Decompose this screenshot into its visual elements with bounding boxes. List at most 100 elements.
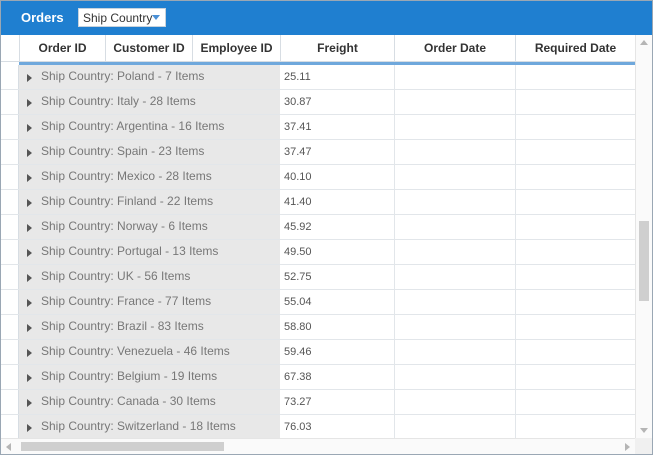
group-header-cell[interactable]: Ship Country: Italy - 28 Items [19,90,280,114]
freight-cell: 41.40 [284,196,312,208]
group-row[interactable]: Ship Country: Italy - 28 Items 30.87 [1,90,635,115]
row-indicator [1,190,19,214]
freight-cell: 45.92 [284,221,312,233]
group-by-select[interactable]: Ship Country [78,8,166,27]
required-date-cell [515,315,635,339]
horizontal-scroll-thumb[interactable] [21,442,224,451]
group-label: Ship Country: Spain - 23 Items [41,144,205,158]
required-date-cell [515,65,635,89]
caret-right-icon[interactable] [27,124,32,132]
order-date-cell [394,140,515,164]
column-header-customer-id[interactable]: Customer ID [105,35,192,62]
group-by-value: Ship Country [83,11,153,25]
caret-right-icon[interactable] [27,174,32,182]
caret-right-icon[interactable] [27,399,32,407]
row-indicator [1,340,19,364]
caret-right-icon[interactable] [27,199,32,207]
group-header-cell[interactable]: Ship Country: Switzerland - 18 Items [19,415,280,438]
row-indicator [1,165,19,189]
group-header-cell[interactable]: Ship Country: Portugal - 13 Items [19,240,280,264]
group-row[interactable]: Ship Country: Venezuela - 46 Items 59.46 [1,340,635,365]
row-indicator [1,115,19,139]
group-header-cell[interactable]: Ship Country: Norway - 6 Items [19,215,280,239]
group-header-cell[interactable]: Ship Country: Canada - 30 Items [19,390,280,414]
group-row[interactable]: Ship Country: France - 77 Items 55.04 [1,290,635,315]
required-date-cell [515,115,635,139]
required-date-cell [515,390,635,414]
group-row[interactable]: Ship Country: Portugal - 13 Items 49.50 [1,240,635,265]
grid-toolbar: Orders Ship Country [1,1,652,35]
column-header-order-date[interactable]: Order Date [394,35,515,62]
required-date-cell [515,265,635,289]
column-header-employee-id[interactable]: Employee ID [192,35,280,62]
group-row[interactable]: Ship Country: Finland - 22 Items 41.40 [1,190,635,215]
group-row[interactable]: Ship Country: Brazil - 83 Items 58.80 [1,315,635,340]
column-header-freight[interactable]: Freight [280,35,394,62]
caret-right-icon[interactable] [27,274,32,282]
group-header-cell[interactable]: Ship Country: Argentina - 16 Items [19,115,280,139]
caret-right-icon[interactable] [27,249,32,257]
vertical-scroll-thumb[interactable] [639,221,649,301]
required-date-cell [515,90,635,114]
scroll-up-icon[interactable] [640,40,648,45]
group-label: Ship Country: Canada - 30 Items [41,394,216,408]
group-row[interactable]: Ship Country: Poland - 7 Items 25.11 [1,65,635,90]
freight-cell: 52.75 [284,271,312,283]
group-header-cell[interactable]: Ship Country: France - 77 Items [19,290,280,314]
group-header-cell[interactable]: Ship Country: UK - 56 Items [19,265,280,289]
order-date-cell [394,115,515,139]
scroll-left-icon[interactable] [6,443,11,451]
group-row[interactable]: Ship Country: Norway - 6 Items 45.92 [1,215,635,240]
caret-right-icon[interactable] [27,349,32,357]
caret-right-icon[interactable] [27,149,32,157]
caret-right-icon[interactable] [27,224,32,232]
order-date-cell [394,415,515,438]
vertical-scrollbar[interactable] [635,35,652,438]
order-date-cell [394,390,515,414]
caret-right-icon[interactable] [27,424,32,432]
freight-cell: 73.27 [284,396,312,408]
group-header-cell[interactable]: Ship Country: Venezuela - 46 Items [19,340,280,364]
group-label: Ship Country: Argentina - 16 Items [41,119,225,133]
caret-right-icon[interactable] [27,374,32,382]
row-indicator [1,365,19,389]
group-row[interactable]: Ship Country: Mexico - 28 Items 40.10 [1,165,635,190]
group-header-cell[interactable]: Ship Country: Poland - 7 Items [19,65,280,89]
grid-title: Orders [21,10,64,25]
group-row[interactable]: Ship Country: Canada - 30 Items 73.27 [1,390,635,415]
row-indicator [1,90,19,114]
scroll-down-icon[interactable] [640,428,648,433]
order-date-cell [394,90,515,114]
required-date-cell [515,140,635,164]
caret-right-icon[interactable] [27,99,32,107]
group-row[interactable]: Ship Country: UK - 56 Items 52.75 [1,265,635,290]
column-header-order-id[interactable]: Order ID [19,35,105,62]
group-label: Ship Country: Venezuela - 46 Items [41,344,230,358]
group-header-cell[interactable]: Ship Country: Spain - 23 Items [19,140,280,164]
group-label: Ship Country: Belgium - 19 Items [41,369,218,383]
grid-body: Ship Country: Poland - 7 Items 25.11 Ship … [1,65,635,438]
group-label: Ship Country: Poland - 7 Items [41,69,205,83]
group-header-cell[interactable]: Ship Country: Finland - 22 Items [19,190,280,214]
freight-cell: 49.50 [284,246,312,258]
group-header-cell[interactable]: Ship Country: Brazil - 83 Items [19,315,280,339]
horizontal-scrollbar[interactable] [1,438,635,454]
group-row[interactable]: Ship Country: Argentina - 16 Items 37.41 [1,115,635,140]
scroll-right-icon[interactable] [625,443,630,451]
column-header-required-date[interactable]: Required Date [515,35,635,62]
group-header-cell[interactable]: Ship Country: Belgium - 19 Items [19,365,280,389]
group-row[interactable]: Ship Country: Spain - 23 Items 37.47 [1,140,635,165]
caret-right-icon[interactable] [27,74,32,82]
row-indicator [1,415,19,438]
caret-right-icon[interactable] [27,299,32,307]
row-indicator [1,240,19,264]
group-label: Ship Country: Finland - 22 Items [41,194,214,208]
group-header-cell[interactable]: Ship Country: Mexico - 28 Items [19,165,280,189]
chevron-down-icon [152,15,160,20]
group-row[interactable]: Ship Country: Switzerland - 18 Items 76.0… [1,415,635,438]
row-indicator [1,215,19,239]
caret-right-icon[interactable] [27,324,32,332]
freight-cell: 67.38 [284,371,312,383]
order-date-cell [394,240,515,264]
group-row[interactable]: Ship Country: Belgium - 19 Items 67.38 [1,365,635,390]
